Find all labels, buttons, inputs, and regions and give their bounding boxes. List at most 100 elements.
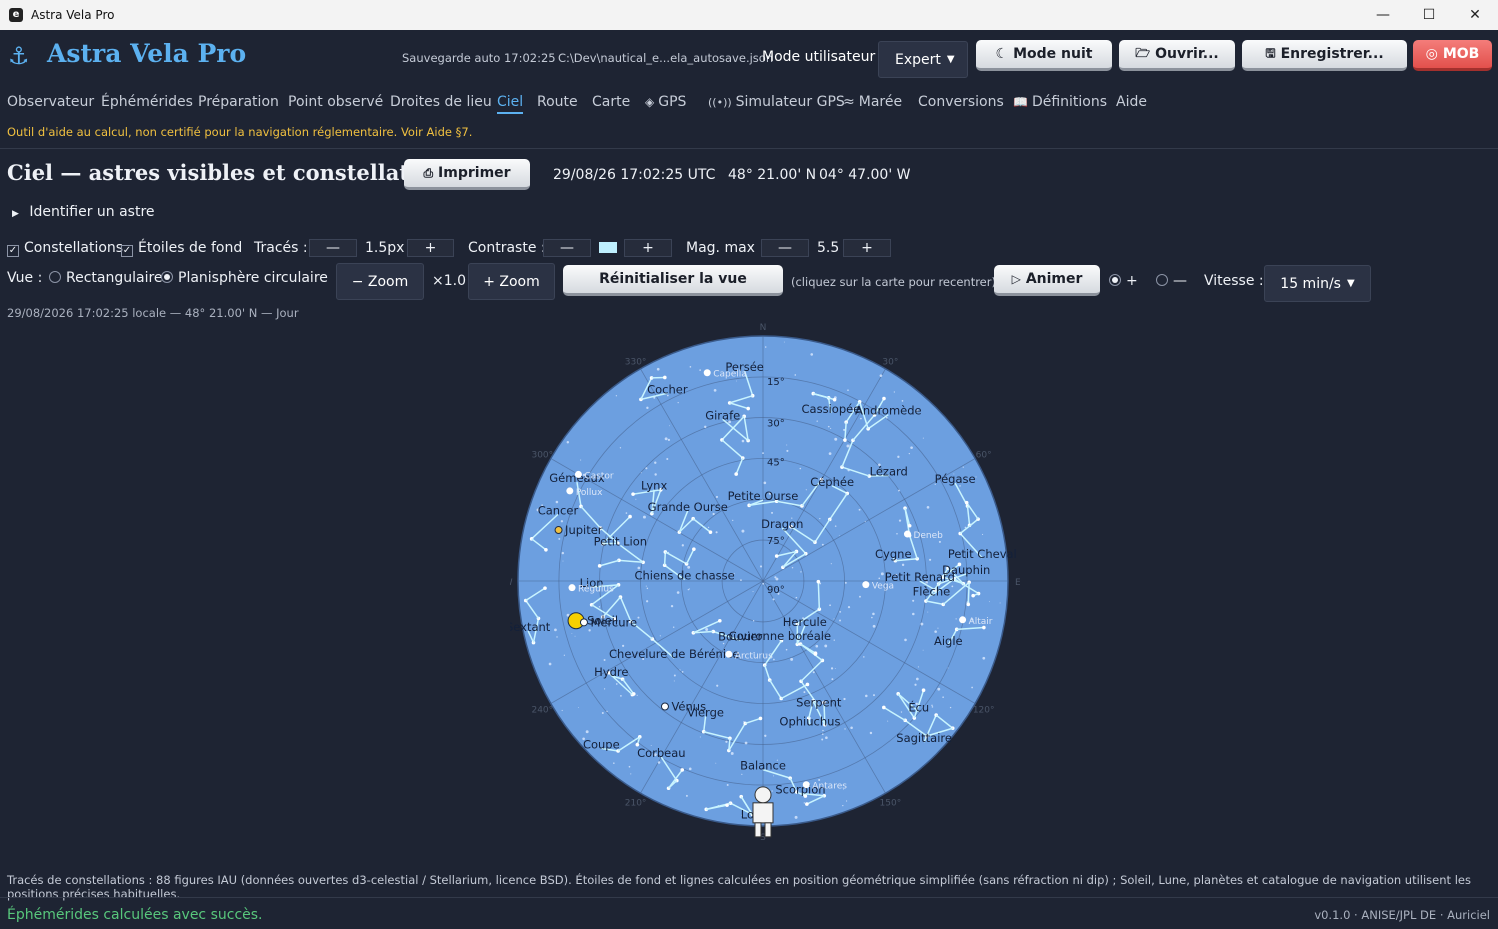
- speed-value: 15 min/s: [1280, 275, 1341, 292]
- background-star: [620, 695, 622, 697]
- background-star: [554, 628, 557, 632]
- named-star: [566, 487, 574, 495]
- background-star: [938, 540, 941, 543]
- background-star: [887, 720, 889, 722]
- background-star: [831, 678, 834, 681]
- view-rect-label: Rectangulaire: [66, 270, 163, 286]
- mob-button[interactable]: ◎ MOB: [1413, 40, 1492, 71]
- background-star: [744, 741, 748, 745]
- magmax-plus-button[interactable]: +: [843, 239, 891, 257]
- close-icon[interactable]: ✕: [1452, 0, 1498, 30]
- utc-datetime: 29/08/26 17:02:25 UTC: [553, 167, 716, 183]
- background-star: [687, 588, 690, 591]
- app-title: Astra Vela Pro: [47, 39, 247, 68]
- tab-conversions[interactable]: Conversions: [918, 94, 1004, 110]
- constellation-star: [805, 802, 809, 806]
- speed-select[interactable]: 15 min/s ▼: [1264, 265, 1371, 302]
- open-button[interactable]: 🗁 Ouvrir...: [1119, 40, 1235, 71]
- animate-button[interactable]: ▷ Animer: [994, 265, 1100, 296]
- tab-droites-de-lieu[interactable]: Droites de lieu: [390, 94, 492, 110]
- background-star: [773, 658, 775, 661]
- direction-plus-radio[interactable]: +: [1109, 273, 1138, 289]
- background-star: [872, 612, 875, 616]
- background-star: [908, 452, 910, 455]
- background-star: [934, 630, 937, 633]
- tab-preparation[interactable]: Préparation: [198, 94, 279, 110]
- background-star: [834, 525, 837, 527]
- background-star: [839, 611, 842, 613]
- contrast-label: Contraste :: [468, 240, 546, 256]
- background-stars-checkbox[interactable]: ✓ Étoiles de fond: [121, 240, 242, 257]
- tab-carte[interactable]: Carte: [592, 94, 630, 110]
- tab-route[interactable]: Route: [537, 94, 578, 110]
- minimize-icon[interactable]: —: [1360, 0, 1406, 30]
- traces-plus-button[interactable]: +: [407, 239, 454, 257]
- background-star: [878, 577, 881, 580]
- save-button[interactable]: 🖫 Enregistrer...: [1242, 40, 1407, 71]
- background-star: [713, 388, 717, 392]
- open-label: Ouvrir...: [1155, 46, 1219, 62]
- contrast-plus-button[interactable]: +: [624, 239, 672, 257]
- tab-maree[interactable]: ≈ Marée: [843, 94, 902, 110]
- print-button[interactable]: ⎙ Imprimer: [404, 159, 530, 190]
- named-star-label: Castor: [584, 471, 614, 481]
- background-star: [844, 581, 847, 584]
- constellation-label: Pégase: [935, 472, 976, 486]
- background-star: [561, 709, 563, 712]
- constellation-star: [628, 514, 632, 519]
- traces-minus-button[interactable]: —: [309, 239, 357, 257]
- background-star: [790, 657, 794, 661]
- background-star: [912, 612, 915, 616]
- background-star: [715, 762, 717, 764]
- traces-label: Tracés :: [254, 240, 308, 256]
- identify-star-toggle[interactable]: ▶ Identifier un astre: [12, 204, 155, 220]
- night-mode-button[interactable]: ☾ Mode nuit: [976, 40, 1112, 71]
- background-star: [715, 531, 718, 534]
- tab-point-observe[interactable]: Point observé: [288, 94, 383, 110]
- background-star: [615, 683, 618, 685]
- background-star: [821, 543, 824, 546]
- constellation-star: [805, 682, 810, 687]
- constellation-label: Cygne: [875, 547, 912, 561]
- reset-view-button[interactable]: Réinitialiser la vue: [563, 265, 783, 296]
- tab-definitions[interactable]: 📖 Définitions: [1013, 94, 1107, 110]
- background-star: [824, 644, 828, 648]
- background-star: [673, 674, 676, 677]
- tab-ciel[interactable]: Ciel: [497, 94, 524, 114]
- lifebuoy-icon: ◎: [1425, 46, 1438, 62]
- background-star: [818, 778, 821, 781]
- constellation-star: [543, 586, 547, 590]
- background-star: [897, 455, 900, 459]
- user-mode-select[interactable]: Expert ▼: [878, 41, 968, 78]
- tab-ephemerides[interactable]: Éphémérides: [101, 94, 193, 110]
- tab-aide[interactable]: Aide: [1116, 94, 1147, 110]
- constellation-star: [758, 716, 763, 721]
- play-icon: ▷: [1011, 272, 1021, 286]
- background-star: [772, 598, 775, 601]
- zoom-out-button[interactable]: − Zoom: [336, 263, 424, 300]
- direction-minus-radio[interactable]: —: [1156, 273, 1187, 289]
- constellations-checkbox[interactable]: ✓ Constellations: [7, 240, 123, 257]
- background-star: [786, 449, 789, 452]
- sky-planisphere[interactable]: PerséeCocherGirafe CassiopéeAndromèdeGéme…: [510, 318, 1020, 848]
- view-circ-radio[interactable]: Planisphère circulaire: [161, 270, 328, 286]
- printer-icon: ⎙: [423, 165, 434, 180]
- background-star: [580, 459, 582, 461]
- magmax-minus-button[interactable]: —: [761, 239, 809, 257]
- background-star: [657, 761, 661, 764]
- background-star: [843, 697, 846, 701]
- zoom-in-button[interactable]: + Zoom: [468, 263, 555, 300]
- background-star: [839, 619, 842, 622]
- background-star: [732, 519, 734, 522]
- maximize-icon[interactable]: ☐: [1406, 0, 1452, 30]
- background-star: [937, 687, 941, 691]
- tab-observateur[interactable]: Observateur: [7, 94, 94, 110]
- tab-simulateur-gps[interactable]: ((•)) Simulateur GPS: [708, 94, 845, 110]
- view-rect-radio[interactable]: Rectangulaire: [49, 270, 163, 286]
- background-star: [949, 706, 952, 709]
- constellation-star: [882, 705, 886, 710]
- contrast-minus-button[interactable]: —: [543, 239, 591, 257]
- tab-gps[interactable]: ◈ GPS: [645, 94, 686, 110]
- cardinal-label: W: [510, 578, 513, 588]
- background-star: [893, 391, 895, 393]
